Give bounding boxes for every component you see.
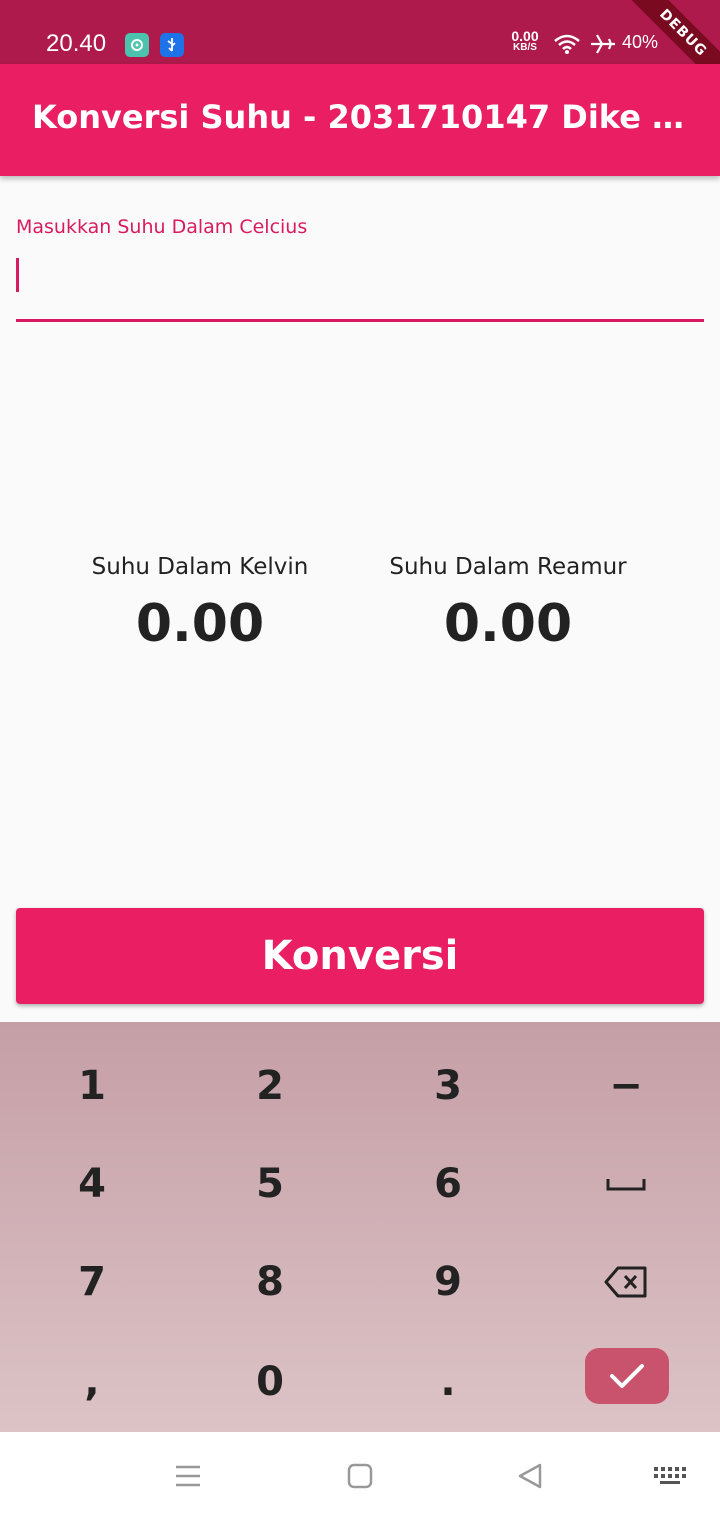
key-comma[interactable]: , (22, 1342, 162, 1422)
key-5[interactable]: 5 (200, 1144, 340, 1224)
net-speed-unit: KB/S (513, 42, 537, 53)
key-0[interactable]: 0 (200, 1342, 340, 1422)
net-speed-value: 0.00 (511, 28, 539, 44)
celcius-input-label: Masukkan Suhu Dalam Celcius (16, 216, 308, 238)
key-minus[interactable]: − (556, 1046, 696, 1126)
space-key[interactable] (556, 1144, 696, 1224)
wifi-icon (553, 32, 581, 56)
reamur-value: 0.00 (443, 594, 573, 654)
clock-app-icon (125, 33, 149, 57)
net-speed: 0.00 KB/S (508, 28, 542, 54)
numeric-keyboard: 1 2 3 − 4 5 6 7 8 9 , 0 . (0, 1022, 720, 1432)
key-8[interactable]: 8 (200, 1242, 340, 1322)
usb-icon (160, 33, 184, 57)
key-4[interactable]: 4 (22, 1144, 162, 1224)
key-3[interactable]: 3 (378, 1046, 518, 1126)
key-2[interactable]: 2 (200, 1046, 340, 1126)
space-icon (606, 1179, 646, 1191)
key-9[interactable]: 9 (378, 1242, 518, 1322)
keyboard-icon[interactable] (650, 1458, 690, 1494)
airplane-icon (589, 32, 617, 56)
menu-icon[interactable] (168, 1458, 208, 1494)
status-time: 20.40 (46, 30, 107, 57)
check-icon (610, 1364, 644, 1388)
battery-level: 40% (622, 32, 659, 52)
kelvin-value: 0.00 (135, 594, 265, 654)
status-bar: 20.40 0.00 KB/S 40% DEBUG (0, 0, 720, 96)
home-icon[interactable] (340, 1458, 380, 1494)
celcius-input[interactable] (16, 248, 704, 322)
key-7[interactable]: 7 (22, 1242, 162, 1322)
key-1[interactable]: 1 (22, 1046, 162, 1126)
app-title: Konversi Suhu - 2031710147 Dike Ayu (32, 98, 692, 136)
backspace-icon (604, 1266, 647, 1298)
back-icon[interactable] (510, 1458, 550, 1494)
navigation-bar (0, 1432, 720, 1520)
backspace-key[interactable] (556, 1242, 696, 1322)
convert-button[interactable]: Konversi (16, 908, 704, 1004)
done-key[interactable] (585, 1348, 669, 1404)
text-cursor (16, 258, 19, 292)
app-bar: Konversi Suhu - 2031710147 Dike Ayu (0, 64, 720, 176)
reamur-result: Suhu Dalam Reamur 0.00 (368, 554, 648, 654)
reamur-label: Suhu Dalam Reamur (389, 554, 627, 580)
kelvin-result: Suhu Dalam Kelvin 0.00 (60, 554, 340, 654)
key-period[interactable]: . (378, 1342, 518, 1422)
key-6[interactable]: 6 (378, 1144, 518, 1224)
kelvin-label: Suhu Dalam Kelvin (91, 554, 309, 580)
